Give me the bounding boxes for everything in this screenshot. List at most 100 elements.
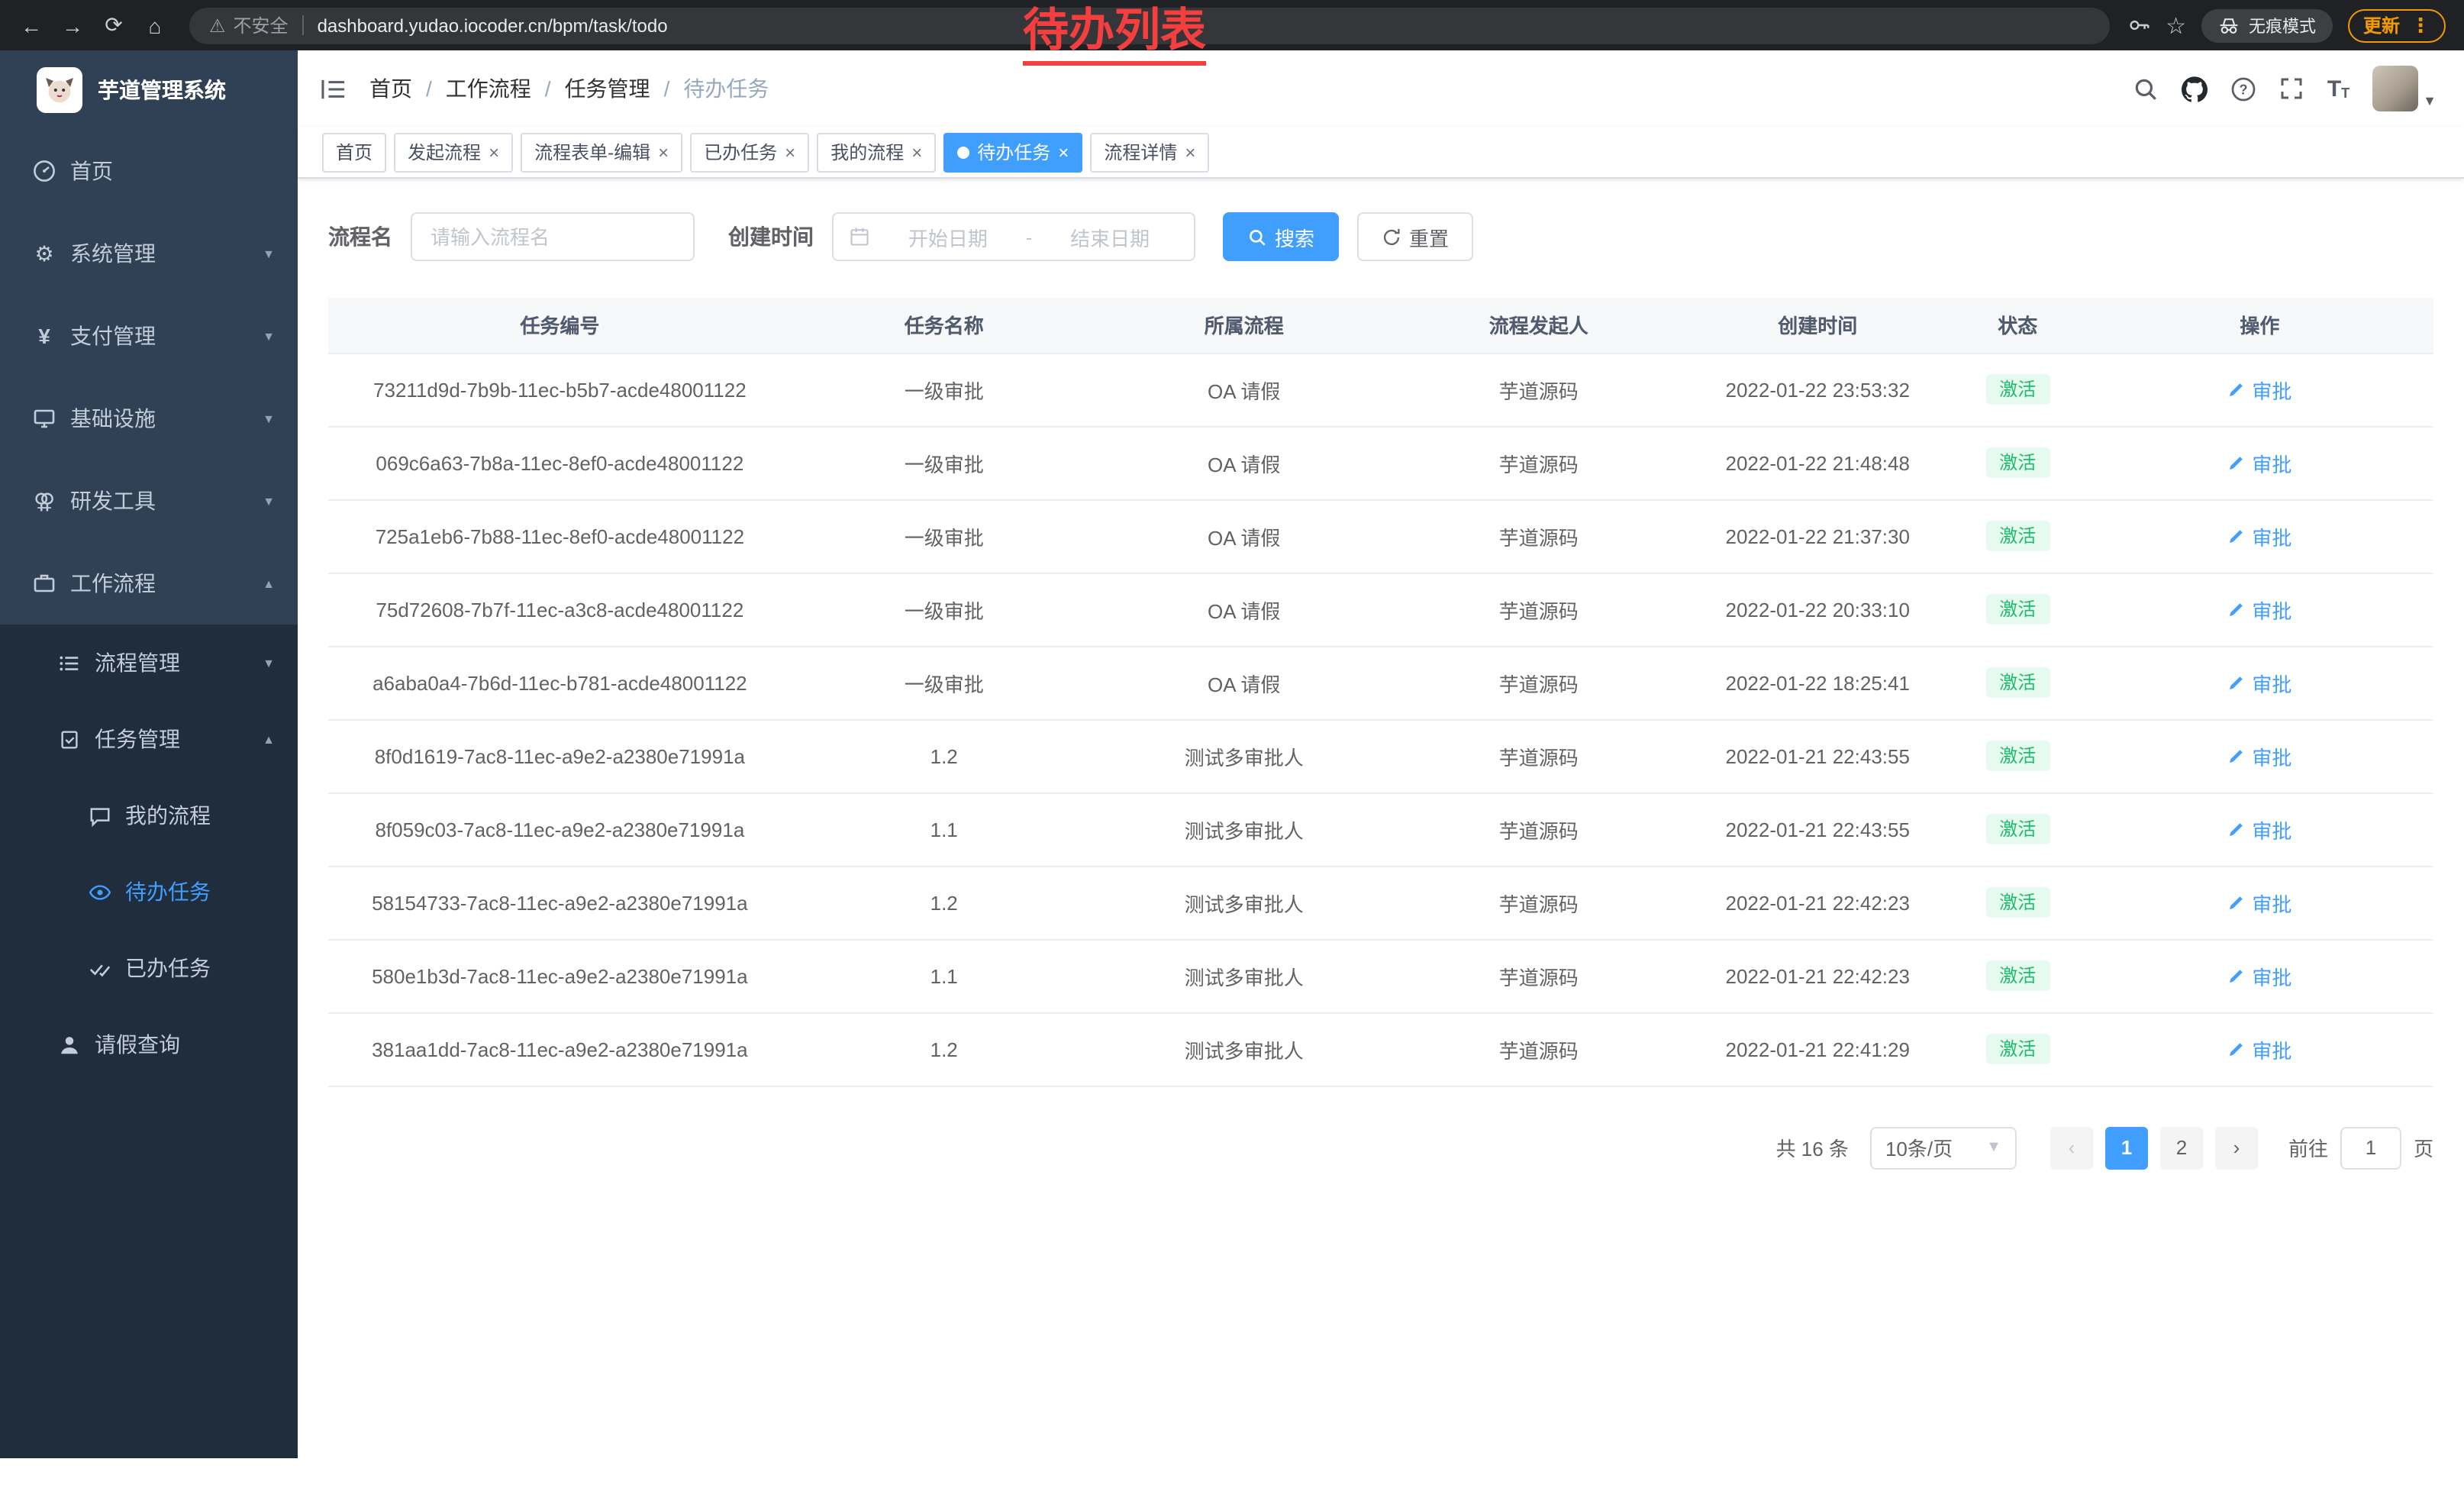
refresh-button[interactable]: ⟳ [95,6,133,44]
approve-link[interactable]: 审批 [2227,595,2291,624]
sidebar-item-infrastructure[interactable]: 基础设施 ▼ [0,377,298,460]
approve-link[interactable]: 审批 [2227,815,2291,844]
top-navbar: 首页 / 工作流程 / 任务管理 / 待办任务 ? [298,50,2464,127]
sidebar-item-todo-tasks[interactable]: 待办任务 [0,854,298,930]
approve-link[interactable]: 审批 [2227,961,2291,990]
approve-link[interactable]: 审批 [2227,521,2291,550]
search-icon[interactable] [2133,76,2159,102]
breadcrumb-separator: / [664,76,670,101]
tab-todo-tasks[interactable]: 待办任务 × [943,132,1082,172]
back-button[interactable]: ← [12,6,50,44]
incognito-icon [2218,15,2240,36]
cell-created: 2022-01-21 22:41:29 [1686,1012,1950,1086]
cell-created: 2022-01-21 22:42:23 [1686,866,1950,939]
page-content: 流程名 创建时间 开始日期 - 结束日期 搜索 [298,179,2464,1458]
sidebar-item-my-processes[interactable]: 我的流程 [0,777,298,854]
cell-process: OA 请假 [1097,426,1392,499]
yen-icon: ¥ [32,324,56,348]
sidebar-item-devtools[interactable]: ⚢ 研发工具 ▼ [0,460,298,542]
sidebar-item-leave-query[interactable]: 请假查询 [0,1006,298,1083]
tab-label: 待办任务 [977,139,1050,165]
breadcrumb-workflow[interactable]: 工作流程 [446,73,531,104]
sidebar-item-home[interactable]: 首页 [0,130,298,212]
bookmark-star-icon[interactable]: ☆ [2166,11,2186,39]
tab-home[interactable]: 首页 [322,132,386,172]
help-icon[interactable]: ? [2231,76,2257,102]
reset-button[interactable]: 重置 [1357,212,1473,261]
cell-initiator: 芋道源码 [1392,499,1686,573]
approve-label: 审批 [2252,741,2291,770]
tab-start-process[interactable]: 发起流程 × [394,132,513,172]
cell-task-name: 1.2 [792,1012,1097,1086]
cell-task-name: 1.2 [792,719,1097,792]
search-button-label: 搜索 [1275,222,1314,251]
status-badge: 激活 [1985,594,2050,625]
cell-task-name: 1.1 [792,939,1097,1012]
sidebar-item-done-tasks[interactable]: 已办任务 [0,930,298,1006]
approve-link[interactable]: 审批 [2227,741,2291,770]
cell-created: 2022-01-21 22:43:55 [1686,719,1950,792]
active-tab-dot [957,146,969,158]
approve-link[interactable]: 审批 [2227,668,2291,697]
close-icon[interactable]: × [658,143,669,161]
date-range-picker[interactable]: 开始日期 - 结束日期 [832,212,1195,261]
close-icon[interactable]: × [785,143,795,161]
cell-initiator: 芋道源码 [1392,719,1686,792]
close-icon[interactable]: × [1185,143,1195,161]
fullscreen-icon[interactable] [2280,76,2304,101]
cell-initiator: 芋道源码 [1392,1012,1686,1086]
page-size-select[interactable]: 10条/页 ▼ [1870,1126,2017,1169]
breadcrumb-home[interactable]: 首页 [369,73,412,104]
table-row: 73211d9d-7b9b-11ec-b5b7-acde48001122 一级审… [328,353,2433,426]
page-button-1[interactable]: 1 [2105,1126,2148,1169]
table-row: 381aa1dd-7ac8-11ec-a9e2-a2380e71991a 1.2… [328,1012,2433,1086]
sidebar-item-label: 基础设施 [70,403,156,434]
process-name-label: 流程名 [328,221,392,252]
avatar[interactable] [2372,66,2418,111]
close-icon[interactable]: × [489,143,499,161]
column-header-initiator: 流程发起人 [1392,298,1686,353]
tab-process-detail[interactable]: 流程详情 × [1090,132,1209,172]
sidebar-item-label: 系统管理 [70,238,156,269]
breadcrumb-task-management[interactable]: 任务管理 [565,73,650,104]
status-badge: 激活 [1985,521,2050,552]
tab-process-form-edit[interactable]: 流程表单-编辑 × [521,132,682,172]
tabs-bar: 首页 发起流程 × 流程表单-编辑 × 已办任务 × 我的流程 × [298,127,2464,179]
sidebar-item-label: 首页 [70,156,113,186]
browser-menu-icon[interactable]: ⋮ [2411,13,2430,37]
breadcrumb: 首页 / 工作流程 / 任务管理 / 待办任务 [369,73,769,104]
approve-link[interactable]: 审批 [2227,375,2291,404]
chevron-down-icon: ▼ [1986,1139,2001,1156]
next-page-button[interactable]: › [2215,1126,2258,1169]
page-button-2[interactable]: 2 [2160,1126,2203,1169]
approve-link[interactable]: 审批 [2227,1035,2291,1064]
password-key-icon[interactable] [2127,14,2150,37]
goto-page-input[interactable] [2340,1126,2401,1169]
sidebar-item-task-management[interactable]: 任务管理 ▲ [0,701,298,777]
search-button[interactable]: 搜索 [1223,212,1339,261]
tab-done-tasks[interactable]: 已办任务 × [690,132,809,172]
sidebar-item-label: 流程管理 [95,647,180,678]
sidebar-item-system[interactable]: ⚙ 系统管理 ▼ [0,212,298,295]
sidebar-item-payment[interactable]: ¥ 支付管理 ▼ [0,295,298,377]
approve-link[interactable]: 审批 [2227,448,2291,477]
sidebar-item-process-management[interactable]: 流程管理 ▼ [0,625,298,701]
close-icon[interactable]: × [911,143,922,161]
goto-label: 前往 [2288,1133,2328,1162]
prev-page-button[interactable]: ‹ [2050,1126,2093,1169]
tab-my-processes[interactable]: 我的流程 × [817,132,936,172]
home-button[interactable]: ⌂ [136,6,174,44]
table-row: a6aba0a4-7b6d-11ec-b781-acde48001122 一级审… [328,646,2433,719]
close-icon[interactable]: × [1058,143,1069,161]
approve-link[interactable]: 审批 [2227,888,2291,917]
user-menu[interactable]: ▼ [2372,66,2437,111]
github-icon[interactable] [2182,76,2208,102]
sidebar-item-workflow[interactable]: 工作流程 ▲ [0,542,298,625]
app-logo [37,67,82,113]
process-name-input[interactable] [411,212,695,261]
sidebar-toggle[interactable] [321,77,347,100]
update-button[interactable]: 更新 ⋮ [2348,8,2446,42]
font-size-icon[interactable]: TT [2327,77,2350,100]
forward-button[interactable]: → [53,6,92,44]
cell-task-name: 1.2 [792,866,1097,939]
